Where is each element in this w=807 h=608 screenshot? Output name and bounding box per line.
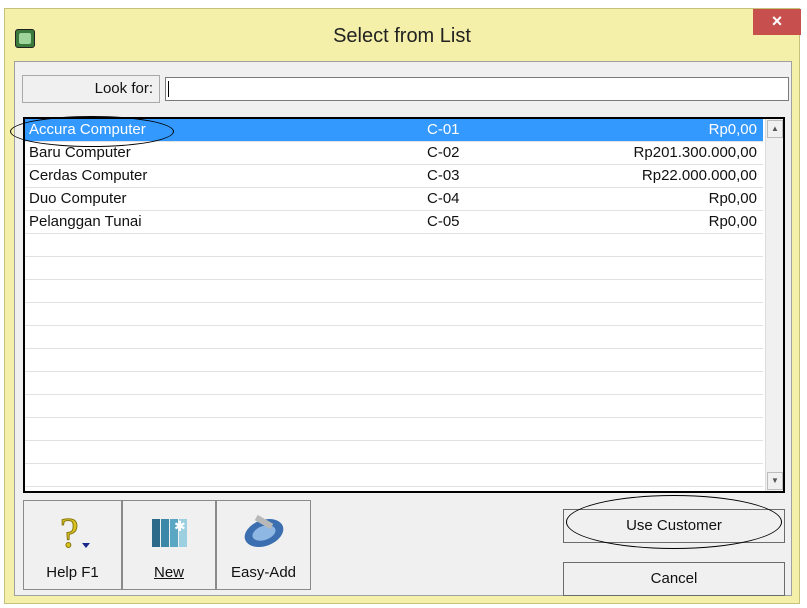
close-button[interactable]: ×	[753, 9, 801, 35]
question-icon: ?	[59, 511, 90, 553]
title-bar[interactable]: Select from List ×	[5, 9, 801, 69]
help-button[interactable]: ? Help F1	[23, 500, 122, 590]
top-strip	[0, 0, 807, 8]
customer-code: C-03	[427, 167, 460, 184]
customer-balance: Rp0,00	[708, 213, 757, 230]
customer-balance: Rp0,00	[708, 121, 757, 138]
new-record-icon: ✱	[152, 519, 187, 547]
customer-balance: Rp0,00	[708, 190, 757, 207]
list-row[interactable]: Accura Computer C-01 Rp0,00	[25, 119, 763, 142]
dialog-window: Select from List × Look for: Accura Comp…	[4, 8, 801, 604]
empty-row	[25, 234, 763, 257]
customer-balance: Rp201.300.000,00	[633, 144, 757, 161]
easy-add-label: Easy-Add	[230, 564, 297, 581]
list-row[interactable]: Duo Computer C-04 Rp0,00	[25, 188, 763, 211]
list-row[interactable]: Baru Computer C-02 Rp201.300.000,00	[25, 142, 763, 165]
list-row[interactable]: Cerdas Computer C-03 Rp22.000.000,00	[25, 165, 763, 188]
customer-balance: Rp22.000.000,00	[641, 167, 757, 184]
new-label: New	[153, 564, 184, 581]
use-customer-button[interactable]: Use Customer	[563, 509, 785, 543]
customer-name: Pelanggan Tunai	[29, 213, 142, 230]
close-icon: ×	[771, 11, 783, 31]
empty-row	[25, 257, 763, 280]
svg-text:?: ?	[60, 511, 79, 553]
empty-row	[25, 464, 763, 487]
empty-row	[25, 303, 763, 326]
empty-row	[25, 372, 763, 395]
text-caret	[168, 81, 169, 97]
dialog-client-area: Look for: Accura Computer C-01 Rp0,00 Ba…	[14, 61, 792, 596]
easy-add-icon	[244, 514, 283, 548]
empty-row	[25, 326, 763, 349]
look-for-label: Look for:	[22, 75, 160, 103]
customer-name: Duo Computer	[29, 190, 127, 207]
vertical-scrollbar[interactable]: ▲ ▼	[765, 119, 783, 491]
svg-text:✱: ✱	[174, 519, 186, 535]
new-button[interactable]: ✱ New	[122, 500, 216, 590]
customer-code: C-02	[427, 144, 460, 161]
cancel-button[interactable]: Cancel	[563, 562, 785, 596]
customer-name: Baru Computer	[29, 144, 131, 161]
look-for-input[interactable]	[165, 77, 789, 101]
list-row[interactable]: Pelanggan Tunai C-05 Rp0,00	[25, 211, 763, 234]
customer-name: Accura Computer	[29, 121, 146, 138]
scroll-down-button[interactable]: ▼	[767, 472, 783, 490]
empty-row	[25, 280, 763, 303]
help-label: Help F1	[46, 564, 99, 581]
customer-code: C-01	[427, 121, 460, 138]
customer-code: C-04	[427, 190, 460, 207]
customer-name: Cerdas Computer	[29, 167, 148, 184]
customer-code: C-05	[427, 213, 460, 230]
window-title: Select from List	[333, 25, 471, 47]
easy-add-button[interactable]: Easy-Add	[216, 500, 311, 590]
empty-row	[25, 418, 763, 441]
empty-row	[25, 349, 763, 372]
scroll-up-button[interactable]: ▲	[767, 120, 783, 138]
customer-list[interactable]: Accura Computer C-01 Rp0,00 Baru Compute…	[23, 117, 785, 493]
empty-row	[25, 395, 763, 418]
empty-row	[25, 441, 763, 464]
